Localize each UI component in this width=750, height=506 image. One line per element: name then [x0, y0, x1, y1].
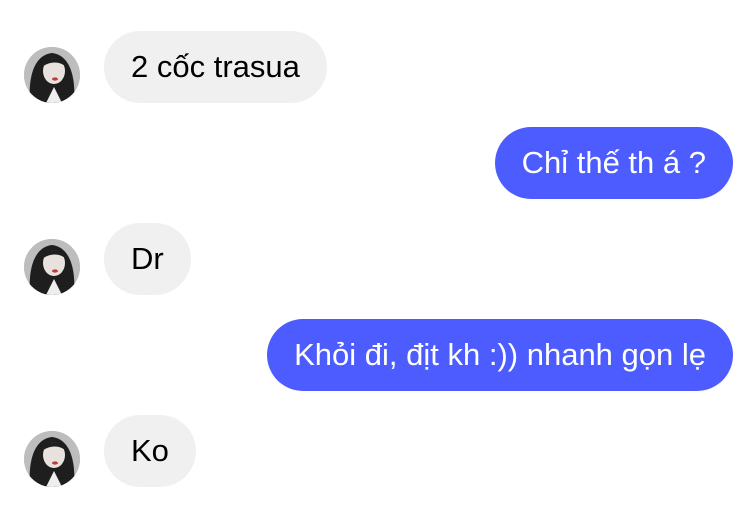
message-bubble-incoming[interactable]: Ko [104, 415, 196, 487]
message-bubble-outgoing[interactable]: Khỏi đi, địt kh :)) nhanh gọn lẹ [267, 319, 733, 391]
message-row-incoming: Dr [0, 223, 750, 295]
message-row-incoming: Ko [0, 415, 750, 487]
message-row-outgoing: Khỏi đi, địt kh :)) nhanh gọn lẹ [0, 319, 750, 391]
message-bubble-incoming[interactable]: 2 cốc trasua [104, 31, 327, 103]
message-text: Ko [131, 433, 169, 468]
message-text: 2 cốc trasua [131, 49, 300, 84]
message-bubble-incoming[interactable]: Dr [104, 223, 191, 295]
contact-avatar-photo-icon [24, 47, 80, 103]
contact-avatar[interactable] [24, 239, 80, 295]
contact-avatar-photo-icon [24, 239, 80, 295]
contact-avatar[interactable] [24, 431, 80, 487]
message-row-incoming: 2 cốc trasua [0, 31, 750, 103]
message-row-outgoing: Chỉ thế th á ? [0, 127, 750, 199]
contact-avatar-photo-icon [24, 431, 80, 487]
message-bubble-outgoing[interactable]: Chỉ thế th á ? [494, 127, 733, 199]
message-text: Chỉ thế th á ? [521, 145, 706, 180]
message-text: Dr [131, 241, 164, 276]
contact-avatar[interactable] [24, 47, 80, 103]
message-text: Khỏi đi, địt kh :)) nhanh gọn lẹ [294, 337, 706, 372]
